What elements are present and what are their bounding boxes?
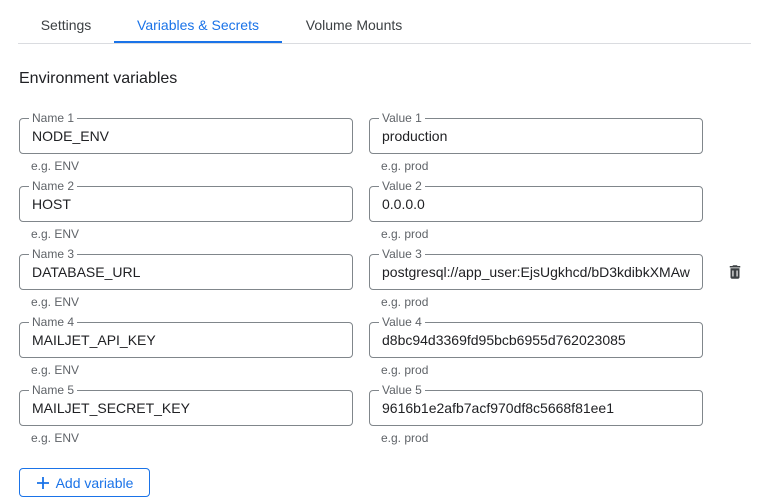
value-hint: e.g. prod — [381, 159, 429, 173]
name-hint: e.g. ENV — [31, 159, 80, 173]
value-field-5[interactable]: Value 5 — [369, 383, 703, 426]
name-input[interactable] — [32, 391, 348, 425]
trash-icon[interactable] — [726, 263, 744, 281]
tab-bar: Settings Variables & Secrets Volume Moun… — [18, 0, 751, 44]
name-hint: e.g. ENV — [31, 431, 80, 445]
name-field-1[interactable]: Name 1 — [19, 111, 353, 154]
name-field-3[interactable]: Name 3 — [19, 247, 353, 290]
name-hint: e.g. ENV — [31, 227, 80, 241]
value-field-2[interactable]: Value 2 — [369, 179, 703, 222]
name-input[interactable] — [32, 187, 348, 221]
name-input[interactable] — [32, 323, 348, 357]
value-field-4[interactable]: Value 4 — [369, 315, 703, 358]
add-variable-label: Add variable — [55, 474, 134, 491]
value-input[interactable] — [382, 391, 698, 425]
value-hint: e.g. prod — [381, 363, 429, 377]
name-field-2[interactable]: Name 2 — [19, 179, 353, 222]
variables-secrets-panel: Settings Variables & Secrets Volume Moun… — [0, 0, 767, 504]
value-input[interactable] — [382, 323, 698, 357]
name-input[interactable] — [32, 255, 348, 289]
plus-icon — [36, 476, 49, 489]
value-hint: e.g. prod — [381, 227, 429, 241]
value-hint: e.g. prod — [381, 431, 429, 445]
name-input[interactable] — [32, 119, 348, 153]
tab-settings[interactable]: Settings — [18, 0, 114, 43]
value-field-3[interactable]: Value 3 — [369, 247, 703, 290]
name-hint: e.g. ENV — [31, 295, 80, 309]
value-input[interactable] — [382, 119, 698, 153]
tab-variables-secrets[interactable]: Variables & Secrets — [114, 0, 282, 43]
name-field-5[interactable]: Name 5 — [19, 383, 353, 426]
value-input[interactable] — [382, 187, 698, 221]
value-hint: e.g. prod — [381, 295, 429, 309]
section-title: Environment variables — [19, 70, 178, 87]
value-field-1[interactable]: Value 1 — [369, 111, 703, 154]
value-input[interactable] — [382, 255, 698, 289]
name-field-4[interactable]: Name 4 — [19, 315, 353, 358]
add-variable-button[interactable]: Add variable — [19, 468, 150, 497]
name-hint: e.g. ENV — [31, 363, 80, 377]
tab-volume-mounts[interactable]: Volume Mounts — [282, 0, 426, 43]
